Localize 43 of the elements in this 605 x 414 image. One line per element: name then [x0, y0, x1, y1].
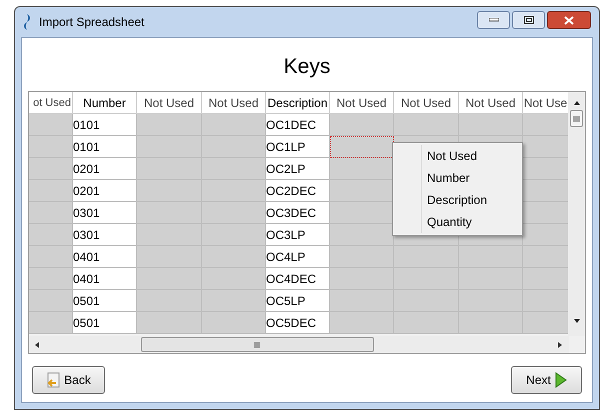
cell-text: 0101 — [73, 138, 100, 156]
back-button[interactable]: Back — [32, 366, 105, 394]
cell-text: 0201 — [73, 160, 100, 178]
cell-text: OC5DEC — [266, 314, 316, 332]
cell-text: OC2LP — [266, 160, 306, 178]
minimize-button[interactable] — [477, 11, 510, 29]
back-icon — [46, 372, 60, 388]
cell-text: 0301 — [73, 226, 100, 244]
close-button[interactable] — [547, 11, 591, 29]
next-button[interactable]: Next — [511, 366, 582, 394]
cell-text: 0201 — [73, 182, 100, 200]
menu-item[interactable]: Number — [393, 167, 522, 189]
cell-text: 0101 — [73, 116, 100, 134]
grip-icon — [254, 342, 261, 348]
menu-item[interactable]: Quantity — [393, 211, 522, 233]
cell-text: OC5LP — [266, 292, 306, 310]
cell-text: OC1DEC — [266, 116, 316, 134]
cell-text: OC4DEC — [266, 270, 316, 288]
grip-icon — [573, 116, 580, 122]
app-logo-icon — [23, 14, 31, 30]
vertical-scrollbar[interactable] — [568, 92, 585, 336]
cell-text: OC2DEC — [266, 182, 316, 200]
maximize-button[interactable] — [512, 11, 545, 29]
play-icon — [554, 372, 567, 388]
menu-item[interactable]: Description — [393, 189, 522, 211]
maximize-icon — [524, 16, 534, 24]
cell-text: 0501 — [73, 314, 100, 332]
cell-text: 0501 — [73, 292, 100, 310]
cell-text: 0401 — [73, 248, 100, 266]
minimize-icon — [488, 18, 498, 22]
cell-text: OC4LP — [266, 248, 306, 266]
heading: Keys — [284, 54, 330, 80]
cell-text: 0401 — [73, 270, 100, 288]
window-title: Import Spreadsheet — [39, 14, 144, 31]
scroll-thumb[interactable] — [570, 110, 584, 127]
cell-text: OC3DEC — [266, 204, 316, 222]
horizontal-scrollbar[interactable] — [29, 336, 569, 353]
menu-item[interactable]: Not Used — [393, 145, 522, 167]
cell-text: 0301 — [73, 204, 100, 222]
cell-text: OC3LP — [266, 226, 306, 244]
scroll-thumb[interactable] — [141, 337, 374, 352]
cell-text: OC1LP — [266, 138, 306, 156]
close-icon — [564, 16, 574, 24]
